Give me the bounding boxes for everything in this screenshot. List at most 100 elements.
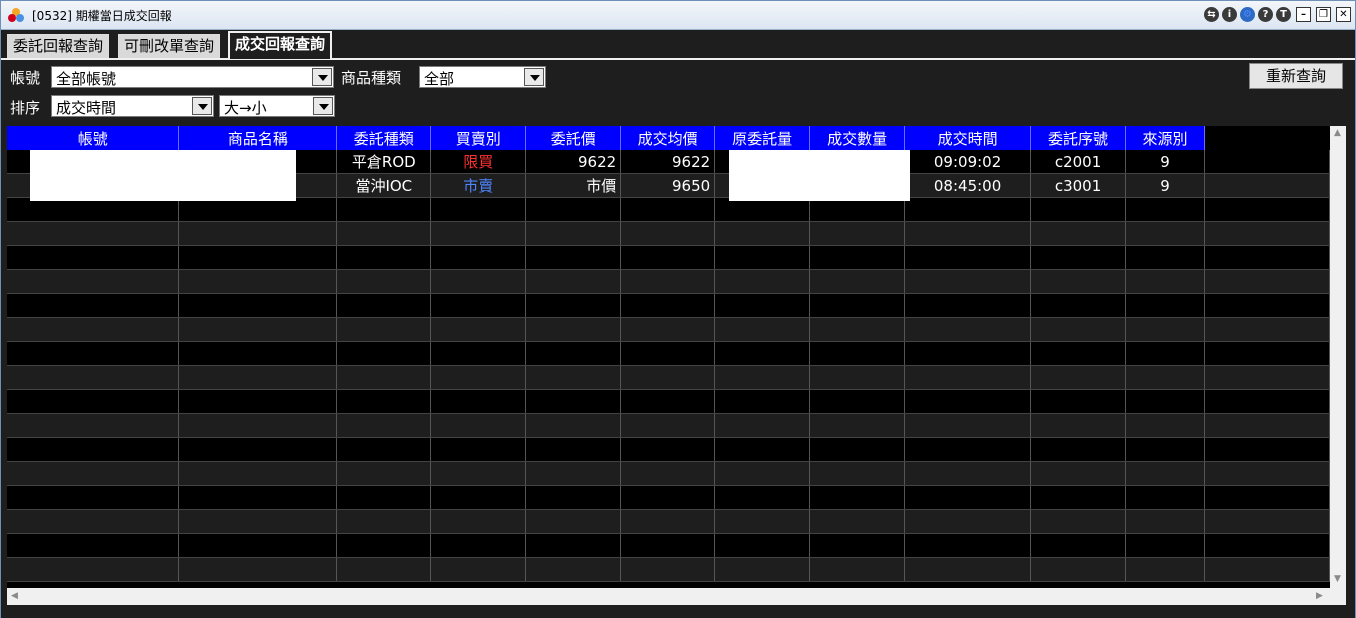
tab-fill-report[interactable]: 成交回報查詢 [228, 31, 333, 59]
empty-cell [809, 245, 906, 270]
empty-cell [904, 365, 1032, 390]
empty-cell [620, 317, 716, 342]
empty-cell [525, 413, 622, 438]
empty-cell [1030, 365, 1127, 390]
col-product-name[interactable]: 商品名稱 [178, 126, 338, 150]
cell-side: 市賣 [430, 173, 527, 198]
info-icon[interactable]: i [1222, 7, 1237, 22]
empty-cell [525, 293, 622, 318]
link-icon[interactable]: ⇆ [1204, 7, 1219, 22]
empty-cell [525, 245, 622, 270]
sort-order-select[interactable]: 大→小 [219, 95, 335, 117]
cell-filler [1204, 173, 1330, 198]
empty-cell [1204, 317, 1330, 342]
col-order-price[interactable]: 委託價 [525, 126, 622, 150]
empty-cell [525, 557, 622, 582]
empty-cell [620, 413, 716, 438]
chevron-down-icon[interactable] [312, 68, 332, 86]
chevron-down-icon[interactable] [192, 97, 212, 115]
empty-cell [1125, 365, 1205, 390]
empty-cell [7, 485, 180, 510]
close-button[interactable]: ✕ [1336, 7, 1351, 22]
empty-cell [809, 413, 906, 438]
cell-source: 9 [1125, 173, 1205, 198]
empty-row [7, 341, 1330, 366]
empty-cell [336, 437, 432, 462]
col-order-seq[interactable]: 委託序號 [1030, 126, 1127, 150]
scroll-right-icon[interactable]: ▶ [1316, 591, 1323, 601]
scroll-down-icon[interactable]: ▼ [1334, 574, 1341, 584]
empty-cell [714, 557, 811, 582]
empty-cell [1030, 197, 1127, 222]
col-avg-fill-price[interactable]: 成交均價 [620, 126, 716, 150]
chevron-down-icon[interactable] [313, 97, 333, 115]
cell-order-type: 當沖IOC [336, 173, 432, 198]
empty-cell [714, 485, 811, 510]
empty-cell [809, 269, 906, 294]
empty-cell [430, 533, 527, 558]
empty-cell [178, 557, 338, 582]
empty-cell [1030, 509, 1127, 534]
empty-cell [430, 341, 527, 366]
refresh-query-button[interactable]: 重新查詢 [1249, 63, 1343, 89]
empty-cell [1030, 245, 1127, 270]
empty-cell [430, 413, 527, 438]
empty-cell [336, 221, 432, 246]
col-fill-qty[interactable]: 成交數量 [809, 126, 906, 150]
chevron-down-icon[interactable] [524, 68, 544, 86]
minimize-button[interactable]: – [1296, 7, 1311, 22]
product-type-select[interactable]: 全部 [419, 66, 546, 88]
empty-cell [714, 245, 811, 270]
col-source[interactable]: 來源別 [1125, 126, 1205, 150]
empty-cell [714, 437, 811, 462]
empty-cell [904, 317, 1032, 342]
sort-field-select[interactable]: 成交時間 [51, 95, 214, 117]
topmost-icon[interactable]: T [1276, 7, 1291, 22]
empty-cell [1204, 461, 1330, 486]
empty-cell [714, 533, 811, 558]
account-select[interactable]: 全部帳號 [51, 66, 334, 88]
vertical-scrollbar[interactable]: ▲ ▼ [1330, 126, 1346, 588]
col-orig-qty[interactable]: 原委託量 [714, 126, 811, 150]
empty-cell [178, 293, 338, 318]
tab-cancelable-orders[interactable]: 可刪改單查詢 [118, 34, 221, 58]
empty-cell [430, 437, 527, 462]
empty-cell [809, 533, 906, 558]
col-account[interactable]: 帳號 [7, 126, 180, 150]
empty-cell [904, 389, 1032, 414]
empty-cell [620, 437, 716, 462]
empty-cell [904, 485, 1032, 510]
fill-report-grid[interactable]: 帳號 商品名稱 委託種類 買賣別 委託價 成交均價 原委託量 成交數量 成交時間… [7, 126, 1330, 588]
cell-price: 9622 [525, 150, 622, 174]
col-filler [1204, 126, 1330, 150]
help-icon[interactable]: ? [1258, 7, 1273, 22]
empty-cell [336, 317, 432, 342]
empty-cell [809, 293, 906, 318]
col-fill-time[interactable]: 成交時間 [904, 126, 1032, 150]
empty-cell [525, 461, 622, 486]
empty-cell [1204, 293, 1330, 318]
empty-cell [525, 485, 622, 510]
restore-button[interactable]: ❐ [1316, 7, 1331, 22]
col-side[interactable]: 買賣別 [430, 126, 527, 150]
empty-cell [430, 269, 527, 294]
empty-cell [1125, 413, 1205, 438]
scroll-up-icon[interactable]: ▲ [1334, 128, 1341, 138]
scroll-left-icon[interactable]: ◀ [11, 591, 18, 601]
col-order-type[interactable]: 委託種類 [336, 126, 432, 150]
empty-cell [336, 389, 432, 414]
empty-cell [7, 269, 180, 294]
horizontal-scrollbar[interactable]: ◀ ▶ [7, 588, 1330, 605]
tab-order-report[interactable]: 委託回報查詢 [7, 34, 110, 58]
empty-cell [336, 533, 432, 558]
empty-cell [809, 365, 906, 390]
scroll-corner [1330, 588, 1346, 605]
empty-cell [1204, 485, 1330, 510]
empty-cell [1030, 461, 1127, 486]
empty-cell [178, 533, 338, 558]
empty-cell [1030, 413, 1127, 438]
cell-time: 08:45:00 [904, 173, 1032, 198]
empty-cell [809, 389, 906, 414]
empty-cell [525, 221, 622, 246]
settings-icon[interactable]: ⚙ [1240, 7, 1255, 22]
